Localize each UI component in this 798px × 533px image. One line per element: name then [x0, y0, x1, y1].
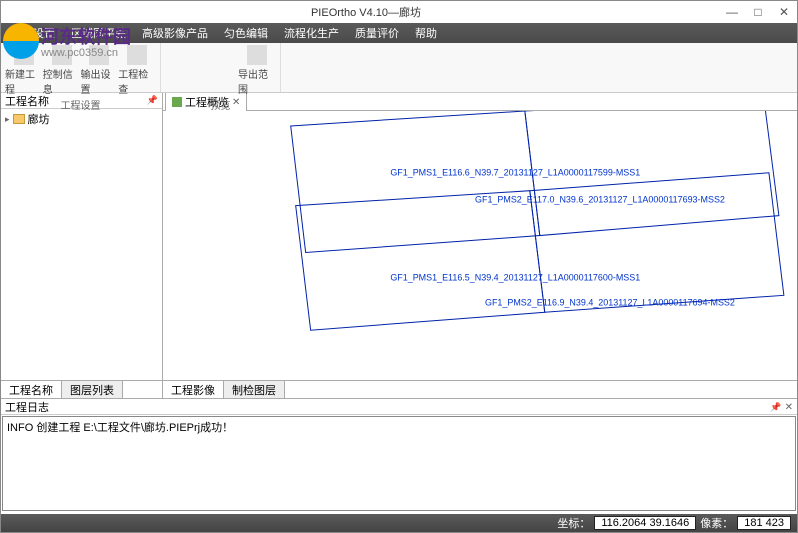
right-panel: 工程概览 ✕ GF1_PMS1_E116.6_N39.7_20131127_L1…	[163, 93, 797, 398]
log-panel: 工程日志 📌 ✕ INFO 创建工程 E:\工程文件\廊坊.PIEPrj成功！	[1, 398, 797, 511]
menu-item[interactable]: 质量评价	[347, 23, 407, 43]
log-title: 工程日志	[5, 399, 49, 415]
export-range-button[interactable]: 导出范围	[238, 45, 276, 96]
tab-project-images[interactable]: 工程影像	[163, 381, 224, 398]
main-area: 工程名称 📌 ▸ 廊坊 工程名称 图层列表 工程概览 ✕	[1, 93, 797, 398]
toolbar-group-label: 工程设置	[5, 96, 156, 112]
log-line: INFO 创建工程 E:\工程文件\廊坊.PIEPrj成功！	[7, 419, 791, 435]
toolbar-group-preview: 导出范围 预览	[161, 43, 281, 92]
close-icon[interactable]: ✕	[785, 402, 793, 413]
footprint-label: GF1_PMS1_E116.5_N39.4_20131127_L1A000011…	[390, 272, 640, 282]
pin-icon[interactable]: 📌	[770, 402, 781, 412]
coord-label: 坐标：	[557, 515, 590, 531]
tab-project-name[interactable]: 工程名称	[1, 381, 62, 398]
tab-layer-list[interactable]: 图层列表	[62, 381, 123, 398]
window-title: PIEOrtho V4.10—廊坊	[7, 4, 725, 20]
pixel-label: 像素：	[700, 515, 733, 531]
canvas-view[interactable]: GF1_PMS1_E116.6_N39.7_20131127_L1A000011…	[163, 111, 797, 380]
watermark: 河东软件园 www.pc0359.cn	[3, 23, 131, 59]
window-buttons: — □ ✕	[725, 5, 791, 19]
collapse-icon[interactable]: ▸	[5, 114, 10, 125]
tree-item-root[interactable]: ▸ 廊坊	[5, 111, 158, 127]
title-bar: PIEOrtho V4.10—廊坊 — □ ✕	[1, 1, 797, 23]
export-icon	[247, 45, 267, 65]
footprint-label: GF1_PMS2_E116.9_N39.4_20131127_L1A000011…	[485, 297, 735, 307]
pixel-value: 181 423	[737, 516, 791, 530]
toolbar-group-label: 预览	[165, 96, 276, 112]
project-tree[interactable]: ▸ 廊坊	[1, 109, 162, 380]
menu-item[interactable]: 匀色编辑	[216, 23, 276, 43]
footprint-canvas: GF1_PMS1_E116.6_N39.7_20131127_L1A000011…	[163, 111, 797, 380]
coord-value: 116.2064 39.1646	[594, 516, 696, 530]
watermark-url: www.pc0359.cn	[41, 47, 131, 59]
left-tabs: 工程名称 图层列表	[1, 380, 162, 398]
tree-label: 廊坊	[28, 111, 50, 127]
right-tabs: 工程影像 制检图层	[163, 380, 797, 398]
left-panel: 工程名称 📌 ▸ 廊坊 工程名称 图层列表	[1, 93, 163, 398]
menu-item[interactable]: 高级影像产品	[134, 23, 216, 43]
tab-check-layers[interactable]: 制检图层	[224, 381, 285, 398]
log-header: 工程日志 📌 ✕	[1, 399, 797, 415]
menu-item[interactable]: 流程化生产	[276, 23, 347, 43]
log-controls: 📌 ✕	[770, 401, 793, 413]
footprint-label: GF1_PMS2_E117.0_N39.6_20131127_L1A000011…	[475, 195, 725, 205]
maximize-button[interactable]: □	[751, 5, 765, 19]
close-button[interactable]: ✕	[777, 5, 791, 19]
toolbar: 河东软件园 www.pc0359.cn 新建工程 控制信息 输出设置 工程检查 …	[1, 43, 797, 93]
watermark-logo-icon	[3, 23, 39, 59]
log-body[interactable]: INFO 创建工程 E:\工程文件\廊坊.PIEPrj成功！	[2, 416, 796, 511]
menu-item[interactable]: 帮助	[407, 23, 445, 43]
footprint-label: GF1_PMS1_E116.6_N39.7_20131127_L1A000011…	[390, 168, 640, 178]
watermark-name: 河东软件园	[41, 23, 131, 49]
minimize-button[interactable]: —	[725, 5, 739, 19]
status-bar: 坐标： 116.2064 39.1646 像素： 181 423	[1, 514, 797, 532]
folder-icon	[13, 114, 25, 124]
